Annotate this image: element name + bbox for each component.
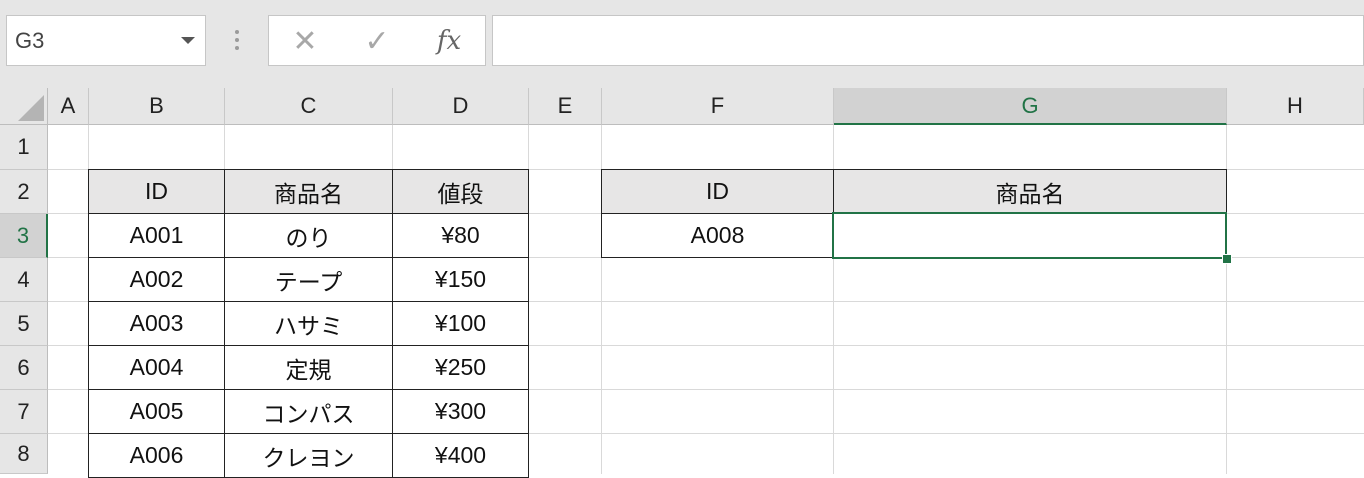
cell-product-name[interactable]: ハサミ (224, 301, 393, 346)
row-header-7[interactable]: 7 (0, 390, 48, 434)
row-header-6[interactable]: 6 (0, 346, 48, 390)
select-all-button[interactable] (0, 88, 48, 125)
cell-product-name[interactable]: テープ (224, 257, 393, 302)
insert-function-icon[interactable]: fx (429, 24, 469, 58)
cell-price[interactable]: ¥150 (392, 257, 529, 302)
cell-product-name[interactable]: のり (224, 213, 393, 258)
cell-id[interactable]: A004 (88, 345, 225, 390)
column-header-b[interactable]: B (89, 88, 225, 125)
header-cell-product-name[interactable]: 商品名 (224, 169, 393, 214)
cell-id[interactable]: A001 (88, 213, 225, 258)
column-header-f[interactable]: F (602, 88, 834, 125)
lookup-header-product-name[interactable]: 商品名 (833, 169, 1227, 214)
enter-icon[interactable]: ✓ (357, 24, 397, 59)
cell-id[interactable]: A006 (88, 433, 225, 478)
row-header-4[interactable]: 4 (0, 258, 48, 302)
cell-id[interactable]: A002 (88, 257, 225, 302)
formula-buttons: ✕ ✓ fx (268, 15, 486, 66)
cell-price[interactable]: ¥100 (392, 301, 529, 346)
name-box[interactable]: G3 (6, 15, 206, 66)
header-cell-price[interactable]: 値段 (392, 169, 529, 214)
cell-product-name[interactable]: 定規 (224, 345, 393, 390)
cell-id[interactable]: A003 (88, 301, 225, 346)
row-header-5[interactable]: 5 (0, 302, 48, 346)
column-header-d[interactable]: D (393, 88, 529, 125)
row-header-2[interactable]: 2 (0, 170, 48, 214)
name-box-value: G3 (15, 28, 45, 53)
cancel-icon[interactable]: ✕ (285, 24, 325, 59)
cell-price[interactable]: ¥250 (392, 345, 529, 390)
column-header-c[interactable]: C (225, 88, 393, 125)
row-header-8[interactable]: 8 (0, 434, 48, 474)
cell-price[interactable]: ¥400 (392, 433, 529, 478)
row-header-3[interactable]: 3 (0, 214, 48, 258)
cell-price[interactable]: ¥80 (392, 213, 529, 258)
row-header-1[interactable]: 1 (0, 125, 48, 170)
fill-handle[interactable] (1222, 254, 1232, 264)
lookup-cell-id[interactable]: A008 (601, 213, 834, 258)
column-header-g[interactable]: G (834, 88, 1227, 125)
header-cell-id[interactable]: ID (88, 169, 225, 214)
column-header-e[interactable]: E (529, 88, 602, 125)
cell-id[interactable]: A005 (88, 389, 225, 434)
cell-price[interactable]: ¥300 (392, 389, 529, 434)
column-header-h[interactable]: H (1227, 88, 1364, 125)
formula-bar-area: G3 ✕ ✓ fx (0, 0, 1364, 88)
worksheet-grid[interactable]: A B C D E F G H 1 2 3 4 5 6 7 8 ID 商品名 値… (0, 88, 1364, 478)
cell-product-name[interactable]: クレヨン (224, 433, 393, 478)
active-cell-selection[interactable] (832, 212, 1227, 259)
chevron-down-icon[interactable] (181, 37, 195, 44)
column-header-a[interactable]: A (48, 88, 89, 125)
formula-input[interactable] (492, 15, 1364, 66)
lookup-header-id[interactable]: ID (601, 169, 834, 214)
cell-product-name[interactable]: コンパス (224, 389, 393, 434)
vertical-dots-icon[interactable] (234, 30, 240, 52)
